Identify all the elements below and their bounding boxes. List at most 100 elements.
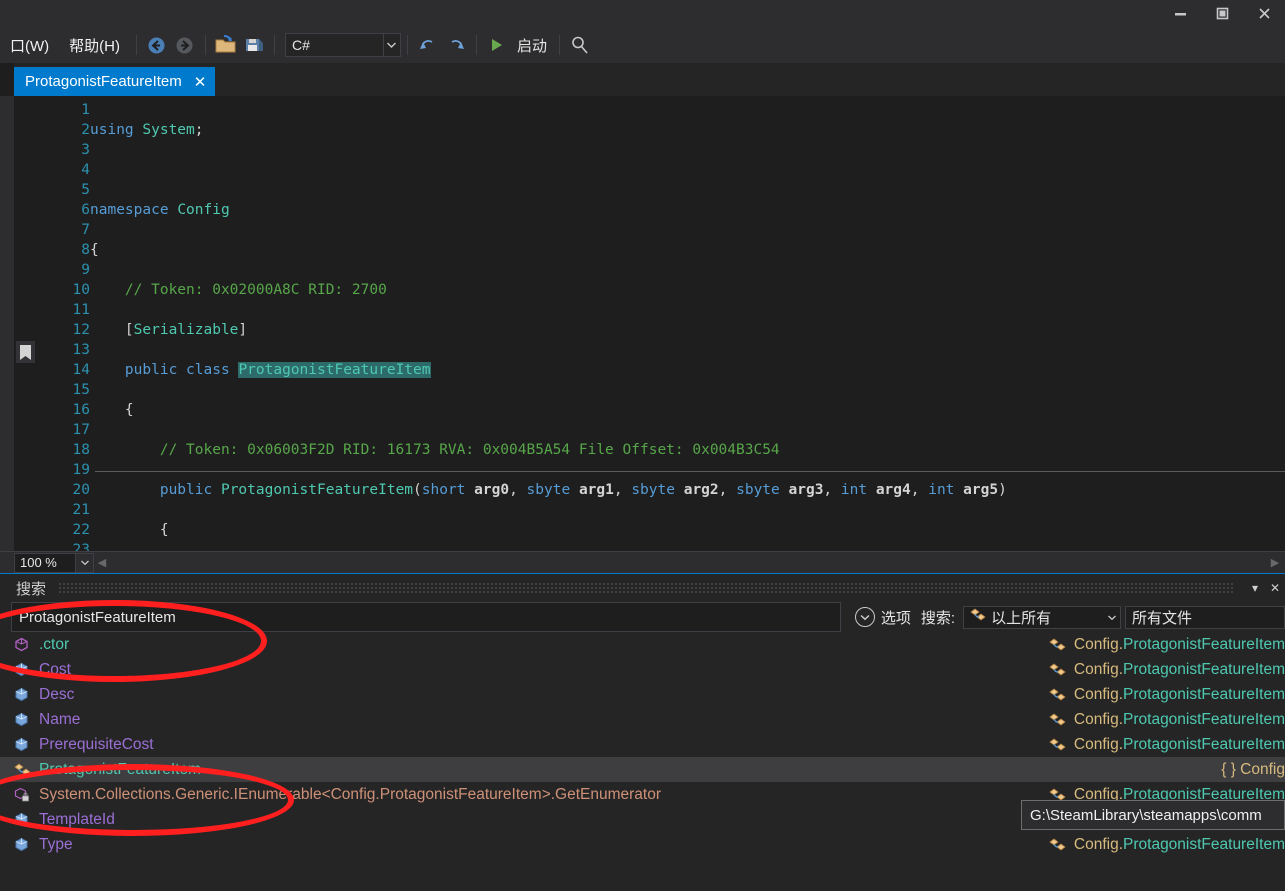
tab-close-icon[interactable]: ✕ (194, 73, 207, 91)
bookmark-icon[interactable] (16, 341, 35, 363)
result-class: ProtagonistFeatureItem (1123, 685, 1285, 703)
result-right: Config.ProtagonistFeatureItem (1049, 711, 1285, 729)
panel-chevron-down-icon[interactable]: ▾ (1245, 581, 1265, 595)
toolbar-separator (406, 35, 408, 55)
class-icon (1049, 737, 1067, 753)
line-number: 21 (72, 502, 90, 518)
minimize-icon[interactable] (1159, 0, 1201, 27)
panel-close-icon[interactable]: ✕ (1265, 581, 1285, 595)
run-button-label[interactable]: 启动 (511, 35, 553, 56)
search-icon[interactable] (566, 31, 594, 59)
line-number: 22 (72, 522, 90, 538)
table-row[interactable]: PrerequisiteCost Config. ProtagonistFeatu… (0, 732, 1285, 757)
language-combo[interactable]: C# (284, 33, 401, 57)
menu-window[interactable]: 口(W) (0, 30, 59, 60)
toolbar-separator (559, 35, 560, 55)
property-icon (14, 662, 32, 678)
result-name: PrerequisiteCost (39, 735, 154, 753)
search-options-group: 选项 搜索: 以上所有 所有文件 (854, 602, 1285, 632)
search-files-combo[interactable]: 所有文件 (1125, 605, 1285, 629)
line-number: 2 (81, 122, 90, 138)
scope-chevron-down-icon[interactable] (1104, 612, 1120, 622)
result-name: System.Collections.Generic.IEnumerable<C… (39, 785, 662, 803)
line-number: 15 (72, 382, 90, 398)
horizontal-scrollbar[interactable]: ◀ ▶ (94, 552, 1285, 573)
class-icon (1049, 687, 1067, 703)
line-number: 9 (81, 262, 90, 278)
line-number: 18 (72, 442, 90, 458)
result-left: Name (0, 711, 1020, 729)
search-scope-combo[interactable]: 以上所有 (963, 605, 1122, 629)
search-panel-header: 搜索 ▾ ✕ (0, 574, 1285, 602)
code-line: public ProtagonistFeatureItem(short arg0… (159, 482, 1007, 498)
options-label[interactable]: 选项 (881, 607, 911, 628)
menu-help[interactable]: 帮助(H) (59, 30, 130, 60)
search-results-list[interactable]: .ctor Config. ProtagonistFeatureItem Cost (0, 632, 1285, 891)
line-number: 10 (72, 282, 90, 298)
result-name: TemplateId (39, 810, 115, 828)
chevron-down-icon[interactable] (382, 34, 400, 56)
interface-method-icon (14, 787, 32, 803)
line-number: 14 (72, 362, 90, 378)
line-number: 12 (72, 322, 90, 338)
table-row[interactable]: Name Config. ProtagonistFeatureItem (0, 707, 1285, 732)
result-namespace: Config. (1073, 685, 1124, 703)
table-row[interactable]: Desc Config. ProtagonistFeatureItem (0, 682, 1285, 707)
code-line: [Serializable] (90, 322, 248, 338)
search-input[interactable]: ProtagonistFeatureItem (11, 602, 841, 632)
document-tab-bar: ProtagonistFeatureItem ✕ (0, 63, 1285, 96)
drag-handle-dots[interactable] (58, 583, 1233, 593)
code-editor[interactable]: 12 34 56 78 9 10 11 12 13 14 15 16 17 18 19 20… (0, 96, 1285, 578)
result-left: .ctor (0, 636, 1020, 654)
class-icon (14, 762, 32, 778)
scroll-left-icon[interactable]: ◀ (94, 556, 110, 569)
redo-icon[interactable] (442, 31, 470, 59)
line-number: 6 (81, 202, 90, 218)
options-chevron-icon[interactable] (854, 607, 875, 627)
code-line: // Token: 0x02000A8C RID: 2700 (124, 282, 387, 298)
back-arrow-icon[interactable] (143, 31, 171, 59)
ctor-icon (14, 637, 32, 653)
result-left: TemplateId (0, 811, 1020, 829)
undo-icon[interactable] (414, 31, 442, 59)
table-row[interactable]: Cost Config. ProtagonistFeatureItem (0, 657, 1285, 682)
property-icon (14, 837, 32, 853)
code-line: { (90, 522, 169, 538)
code-text[interactable]: using System; namespace Config { // Toke… (90, 96, 1285, 539)
result-class: ProtagonistFeatureItem (1123, 835, 1285, 853)
close-icon[interactable] (1243, 0, 1285, 27)
result-left: Desc (0, 686, 1020, 704)
code-line: { (90, 242, 99, 258)
line-number: 13 (72, 342, 90, 358)
search-panel-title: 搜索 (16, 580, 47, 598)
save-all-icon[interactable] (240, 31, 268, 59)
result-left: ProtagonistFeatureItem (0, 761, 1020, 779)
editor-status-row: 100 % ◀ ▶ (0, 551, 1285, 573)
property-icon (14, 687, 32, 703)
result-namespace: Config. (1073, 835, 1124, 853)
main-toolbar: 口(W) 帮助(H) C# 启动 (0, 27, 1285, 63)
result-left: PrerequisiteCost (0, 736, 1020, 754)
class-icon (1049, 637, 1067, 653)
toolbar-separator (475, 35, 477, 55)
table-row-selected[interactable]: ProtagonistFeatureItem { } Config (0, 757, 1285, 782)
open-folder-icon[interactable] (212, 31, 240, 59)
tab-protagonistfeatureitem[interactable]: ProtagonistFeatureItem ✕ (14, 67, 216, 96)
result-name: Desc (39, 685, 75, 703)
result-right: Config.ProtagonistFeatureItem (1049, 736, 1285, 754)
line-number: 11 (72, 302, 90, 318)
run-play-icon[interactable] (483, 31, 511, 59)
zoom-chevron-down-icon[interactable] (76, 552, 94, 573)
table-row[interactable]: Type Config. ProtagonistFeatureItem (0, 832, 1285, 857)
result-right: Config.ProtagonistFeatureItem (1049, 686, 1285, 704)
table-row[interactable]: .ctor Config. ProtagonistFeatureItem (0, 632, 1285, 657)
forward-arrow-icon[interactable] (171, 31, 199, 59)
toolbar-separator (204, 35, 206, 55)
editor-indicator-margin (0, 96, 14, 551)
restore-icon[interactable] (1201, 0, 1243, 27)
zoom-level-value[interactable]: 100 % (14, 552, 76, 573)
tab-label: ProtagonistFeatureItem (25, 73, 182, 90)
result-left: System.Collections.Generic.IEnumerable<C… (0, 786, 1020, 804)
scroll-right-icon[interactable]: ▶ (1267, 556, 1283, 569)
